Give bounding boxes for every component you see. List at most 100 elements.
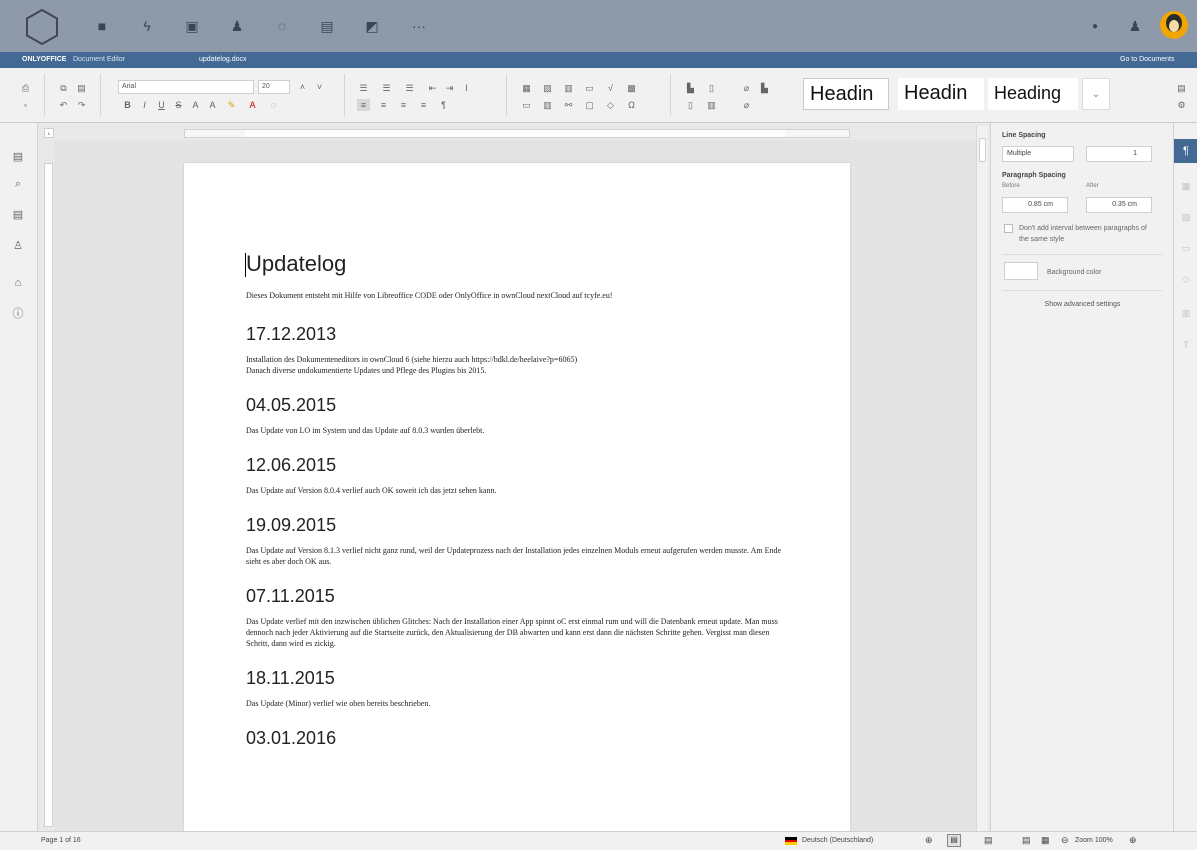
section-body-paragraph[interactable]: Installation des Dokumenteneditors in ow… xyxy=(246,354,792,376)
background-color-swatch[interactable] xyxy=(1004,262,1038,280)
section-date-heading[interactable]: 18.11.2015 xyxy=(246,668,792,688)
files-icon[interactable]: ■ xyxy=(92,16,112,36)
bullets-icon[interactable]: ☰ xyxy=(357,82,370,94)
track-changes-icon[interactable]: ▤ xyxy=(947,834,961,847)
print-icon[interactable]: ⎙ xyxy=(19,82,32,94)
image-settings-icon[interactable]: ▨ xyxy=(1179,210,1193,224)
font-name-combo[interactable]: Arial xyxy=(118,80,254,94)
insert-shape-icon[interactable]: ◇ xyxy=(604,99,617,111)
more-icon[interactable]: ··· xyxy=(409,16,429,36)
numbering-icon[interactable]: ☰ xyxy=(380,82,393,94)
line-spacing-mode-select[interactable]: Multiple xyxy=(1002,146,1074,162)
shape-settings-icon[interactable]: ◇ xyxy=(1179,272,1193,286)
notifications-icon[interactable]: ● xyxy=(1085,16,1105,36)
italic-icon[interactable]: I xyxy=(138,99,151,111)
show-advanced-settings-link[interactable]: Show advanced settings xyxy=(991,299,1174,310)
style-heading-3[interactable]: Heading xyxy=(988,78,1078,110)
section-date-heading[interactable]: 04.05.2015 xyxy=(246,395,792,415)
ruler-tab-selector[interactable]: ⌞ xyxy=(44,128,54,138)
undo-icon[interactable]: ↶ xyxy=(57,99,70,111)
document-title[interactable]: Updatelog xyxy=(245,251,792,277)
insert-symbol-icon[interactable]: Ω xyxy=(625,99,638,111)
save-icon[interactable]: ▫ xyxy=(19,99,32,111)
insert-table-icon[interactable]: ▦ xyxy=(520,82,533,94)
chart-settings-icon[interactable]: ▥ xyxy=(1179,306,1193,320)
section-body-paragraph[interactable]: Das Update auf Version 8.0.4 verlief auc… xyxy=(246,485,792,496)
align-right-icon[interactable]: ≡ xyxy=(397,99,410,111)
scrollbar-thumb[interactable] xyxy=(979,138,986,162)
underline-icon[interactable]: U xyxy=(155,99,168,111)
align-center-icon[interactable]: ≡ xyxy=(377,99,390,111)
vertical-ruler[interactable] xyxy=(44,163,53,827)
activity-icon[interactable]: ϟ xyxy=(137,16,157,36)
section-date-heading[interactable]: 19.09.2015 xyxy=(246,515,792,535)
strikethrough-icon[interactable]: S xyxy=(172,99,185,111)
section-date-heading[interactable]: 17.12.2013 xyxy=(246,324,792,344)
nonprinting-chars-icon[interactable]: ¶ xyxy=(437,99,450,111)
format-painter-icon[interactable]: ▙ xyxy=(758,82,771,94)
fit-width-icon[interactable]: ▦ xyxy=(1041,835,1050,846)
arrange-icon[interactable]: ▙ xyxy=(684,82,697,94)
about-icon[interactable]: ⓘ xyxy=(9,304,27,322)
spellcheck-icon[interactable]: ▤ xyxy=(984,835,993,846)
section-body-paragraph[interactable]: Das Update von LO im System und das Upda… xyxy=(246,425,792,436)
insert-chart-icon[interactable]: ▥ xyxy=(562,82,575,94)
paragraph-style-icon[interactable]: I xyxy=(460,82,473,94)
style-heading-2[interactable]: Headin xyxy=(898,78,984,110)
document-content[interactable]: Updatelog Dieses Dokument entsteht mit H… xyxy=(245,251,792,767)
document-page[interactable]: Updatelog Dieses Dokument entsteht mit H… xyxy=(184,163,850,831)
spacing-after-input[interactable]: 0.35 cm xyxy=(1086,197,1152,213)
file-icon[interactable]: ▤ xyxy=(9,147,27,165)
page-count[interactable]: Page 1 of 16 xyxy=(41,837,81,844)
fit-page-icon[interactable]: ▤ xyxy=(1022,835,1031,846)
horizontal-ruler[interactable] xyxy=(184,129,850,138)
font-color-icon[interactable]: A xyxy=(246,99,259,111)
insert-equation-icon[interactable]: √ xyxy=(604,82,617,94)
insert-textbox-icon[interactable]: ▭ xyxy=(583,82,596,94)
comments-icon[interactable]: ▤ xyxy=(9,205,27,223)
bold-icon[interactable]: B xyxy=(121,99,134,111)
spacing-before-input[interactable]: 0.85 cm xyxy=(1002,197,1068,213)
highlight-color-icon[interactable]: ✎ xyxy=(225,99,238,111)
calendar-icon[interactable]: ▤ xyxy=(317,16,337,36)
decrease-indent-icon[interactable]: ⇤ xyxy=(426,82,439,94)
subscript-icon[interactable]: A xyxy=(206,99,219,111)
columns-icon[interactable]: ▥ xyxy=(705,99,718,111)
section-date-heading[interactable]: 03.01.2016 xyxy=(246,728,792,748)
paste-icon[interactable]: ▤ xyxy=(75,82,88,94)
copy-style-icon[interactable]: ⌀ xyxy=(740,82,753,94)
dont-add-interval-checkbox[interactable] xyxy=(1004,224,1013,233)
document-intro-paragraph[interactable]: Dieses Dokument entsteht mit Hilfe von L… xyxy=(246,290,792,301)
font-size-combo[interactable]: 20 xyxy=(258,80,290,94)
insert-link-icon[interactable]: ⚯ xyxy=(562,99,575,111)
gallery-icon[interactable]: ▣ xyxy=(182,16,202,36)
globe-icon[interactable]: ⊕ xyxy=(925,835,933,846)
clear-style-icon[interactable]: ◌ xyxy=(267,99,280,111)
section-body-paragraph[interactable]: Das Update verlief mit den inzwischen üb… xyxy=(246,616,792,649)
paragraph-settings-icon[interactable]: ¶ xyxy=(1174,139,1197,163)
line-spacing-value-input[interactable]: 1 xyxy=(1086,146,1152,162)
clear-format-icon[interactable]: ⌀ xyxy=(740,99,753,111)
insert-columns-icon[interactable]: ▥ xyxy=(541,99,554,111)
superscript-icon[interactable]: A xyxy=(189,99,202,111)
zoom-in-icon[interactable]: ⊕ xyxy=(1129,835,1137,846)
header-footer-settings-icon[interactable]: ▭ xyxy=(1179,241,1193,255)
vertical-scrollbar[interactable] xyxy=(976,126,988,831)
style-heading-1[interactable]: Headin xyxy=(803,78,889,110)
circles-icon[interactable]: ◌ xyxy=(272,16,292,36)
margins-icon[interactable]: ▯ xyxy=(684,99,697,111)
insert-image-icon[interactable]: ▨ xyxy=(541,82,554,94)
styles-more-chevron-icon[interactable]: ⌄ xyxy=(1082,78,1110,110)
increase-font-icon[interactable]: ˄ xyxy=(296,81,309,93)
justify-icon[interactable]: ≡ xyxy=(417,99,430,111)
insert-dropcap-icon[interactable]: ▩ xyxy=(625,82,638,94)
table-settings-icon[interactable]: ▦ xyxy=(1179,179,1193,193)
settings-gear-icon[interactable]: ⚙ xyxy=(1175,99,1188,111)
view-settings-icon[interactable]: ▤ xyxy=(1175,82,1188,94)
redo-icon[interactable]: ↷ xyxy=(75,99,88,111)
insert-header-icon[interactable]: ▭ xyxy=(520,99,533,111)
review-icon[interactable]: ♙ xyxy=(9,236,27,254)
page-size-icon[interactable]: ▯ xyxy=(705,82,718,94)
notes-icon[interactable]: ◩ xyxy=(362,16,382,36)
decrease-font-icon[interactable]: ˅ xyxy=(313,81,326,93)
